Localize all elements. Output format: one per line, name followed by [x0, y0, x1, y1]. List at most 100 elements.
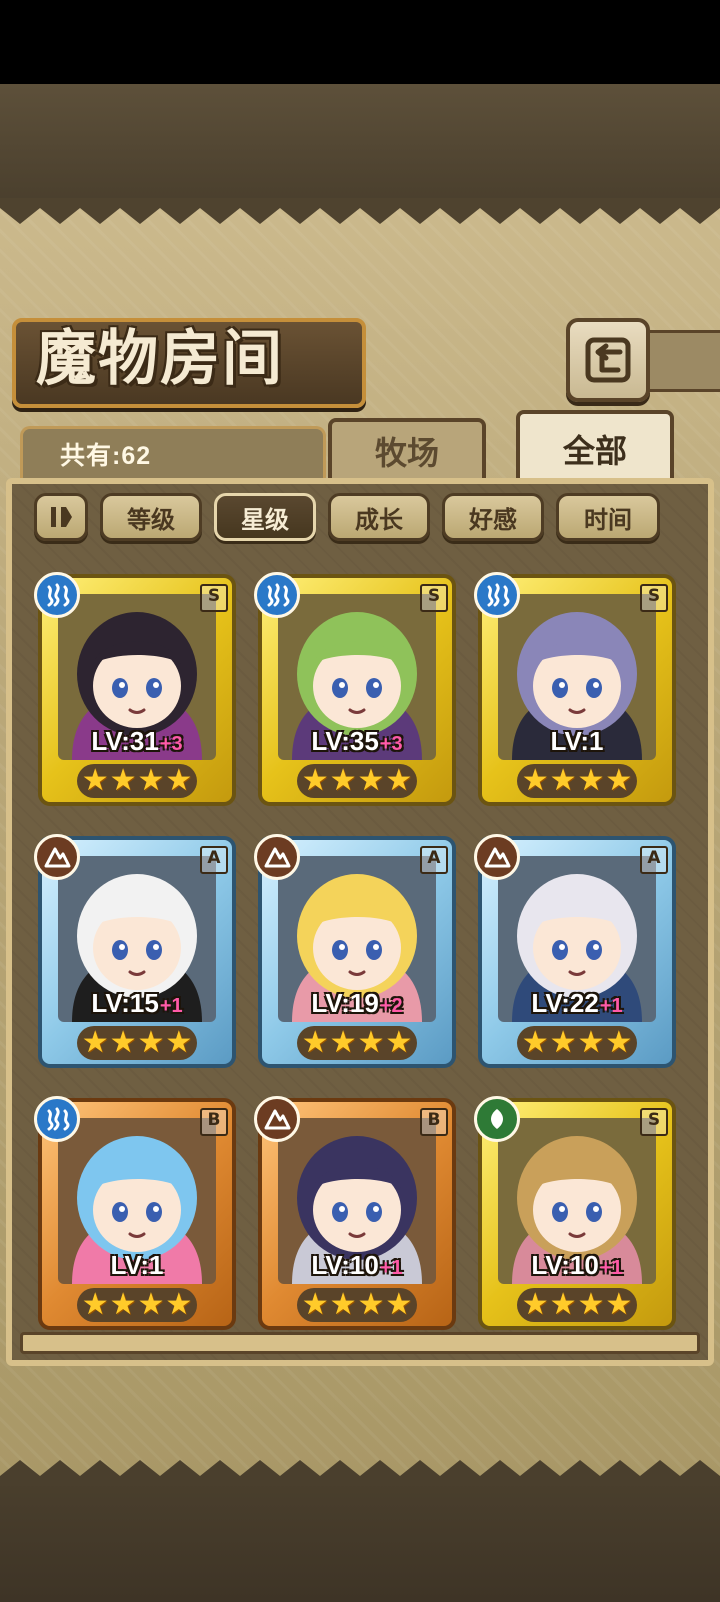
water-icon: [474, 572, 520, 618]
level-label: LV:10+1: [478, 1250, 676, 1281]
star-icon: ★: [549, 1025, 577, 1060]
star-icon: ★: [521, 763, 549, 798]
star-rating: ★ ★ ★ ★: [77, 1026, 197, 1060]
monster-card[interactable]: B LV:10+1 ★ ★ ★ ★: [254, 1096, 456, 1330]
rank-badge: A: [640, 846, 668, 874]
star-icon: ★: [521, 1287, 549, 1322]
level-label: LV:1: [38, 1250, 236, 1281]
star-icon: ★: [137, 763, 165, 798]
star-icon: ★: [301, 1287, 329, 1322]
monster-card[interactable]: S LV:35+3 ★ ★ ★ ★: [254, 572, 456, 806]
star-rating: ★ ★ ★ ★: [77, 1288, 197, 1322]
star-icon: ★: [357, 1025, 385, 1060]
monster-card[interactable]: A LV:19+2 ★ ★ ★ ★: [254, 834, 456, 1068]
rank-badge: S: [200, 584, 228, 612]
monster-card[interactable]: B LV:1 ★ ★ ★ ★: [34, 1096, 236, 1330]
level-value: LV:31: [91, 726, 159, 756]
star-rating: ★ ★ ★ ★: [517, 1026, 637, 1060]
map-band-top: [0, 84, 720, 204]
star-icon: ★: [165, 1287, 193, 1322]
star-icon: ★: [109, 763, 137, 798]
star-icon: ★: [81, 1287, 109, 1322]
rank-badge: A: [200, 846, 228, 874]
level-label: LV:31+3: [38, 726, 236, 757]
level-label: LV:19+2: [258, 988, 456, 1019]
rank-badge: A: [420, 846, 448, 874]
back-button[interactable]: [566, 318, 650, 402]
star-icon: ★: [329, 763, 357, 798]
panel-bottom-edge: [0, 1460, 720, 1486]
star-icon: ★: [577, 1025, 605, 1060]
rank-badge: B: [200, 1108, 228, 1136]
level-bonus: +1: [159, 995, 183, 1017]
monster-card[interactable]: S LV:1 ★ ★ ★ ★: [474, 572, 676, 806]
total-count: 共有:62: [60, 442, 152, 470]
monster-card[interactable]: S LV:10+1 ★ ★ ★ ★: [474, 1096, 676, 1330]
earth-icon: [474, 834, 520, 880]
level-bonus: +1: [599, 995, 623, 1017]
star-icon: ★: [385, 1287, 413, 1322]
rank-badge: S: [640, 584, 668, 612]
sort-star-button[interactable]: 星级: [214, 493, 316, 541]
star-rating: ★ ★ ★ ★: [517, 764, 637, 798]
level-value: LV:1: [110, 1250, 164, 1280]
star-icon: ★: [165, 1025, 193, 1060]
earth-icon: [254, 834, 300, 880]
level-label: LV:1: [478, 726, 676, 757]
sort-time-button[interactable]: 时间: [556, 493, 660, 541]
earth-icon: [254, 1096, 300, 1142]
star-icon: ★: [385, 1025, 413, 1060]
water-icon: [254, 572, 300, 618]
tab-ranch[interactable]: 牧场: [328, 418, 486, 480]
map-band-bottom: [0, 1480, 720, 1602]
level-label: LV:35+3: [258, 726, 456, 757]
star-rating: ★ ★ ★ ★: [77, 764, 197, 798]
star-icon: ★: [329, 1025, 357, 1060]
star-rating: ★ ★ ★ ★: [297, 764, 417, 798]
star-icon: ★: [301, 763, 329, 798]
sort-growth-button[interactable]: 成长: [328, 493, 430, 541]
level-value: LV:19: [311, 988, 379, 1018]
level-value: LV:1: [550, 726, 604, 756]
star-icon: ★: [521, 1025, 549, 1060]
level-bonus: +3: [379, 733, 403, 755]
star-icon: ★: [357, 1287, 385, 1322]
sort-affection-button[interactable]: 好感: [442, 493, 544, 541]
grass-icon: [474, 1096, 520, 1142]
tab-all[interactable]: 全部: [516, 410, 674, 484]
star-icon: ★: [301, 1025, 329, 1060]
return-icon: [585, 337, 631, 383]
star-icon: ★: [81, 763, 109, 798]
status-bar: [0, 0, 720, 84]
page-title: 魔物房间: [36, 324, 284, 394]
rank-badge: S: [420, 584, 448, 612]
water-icon: [34, 572, 80, 618]
monster-card[interactable]: A LV:22+1 ★ ★ ★ ★: [474, 834, 676, 1068]
rank-badge: S: [640, 1108, 668, 1136]
back-button-rail: [642, 330, 720, 392]
star-icon: ★: [385, 763, 413, 798]
monster-card[interactable]: A LV:15+1 ★ ★ ★ ★: [34, 834, 236, 1068]
sort-level-button[interactable]: 等级: [100, 493, 202, 541]
monster-card[interactable]: S LV:31+3 ★ ★ ★ ★: [34, 572, 236, 806]
level-bonus: +2: [379, 995, 403, 1017]
level-value: LV:15: [91, 988, 159, 1018]
star-icon: ★: [165, 763, 193, 798]
level-value: LV:22: [531, 988, 599, 1018]
sort-order-toggle[interactable]: [34, 493, 88, 541]
star-rating: ★ ★ ★ ★: [297, 1288, 417, 1322]
sort-order-icon: [51, 507, 72, 527]
water-icon: [34, 1096, 80, 1142]
star-icon: ★: [357, 763, 385, 798]
level-value: LV:35: [311, 726, 379, 756]
star-icon: ★: [549, 763, 577, 798]
star-icon: ★: [577, 1287, 605, 1322]
level-bonus: +1: [379, 1257, 403, 1279]
level-bonus: +1: [599, 1257, 623, 1279]
star-icon: ★: [109, 1025, 137, 1060]
star-icon: ★: [605, 1287, 633, 1322]
star-icon: ★: [605, 763, 633, 798]
panel-top-edge: [0, 198, 720, 224]
star-icon: ★: [329, 1287, 357, 1322]
star-rating: ★ ★ ★ ★: [517, 1288, 637, 1322]
